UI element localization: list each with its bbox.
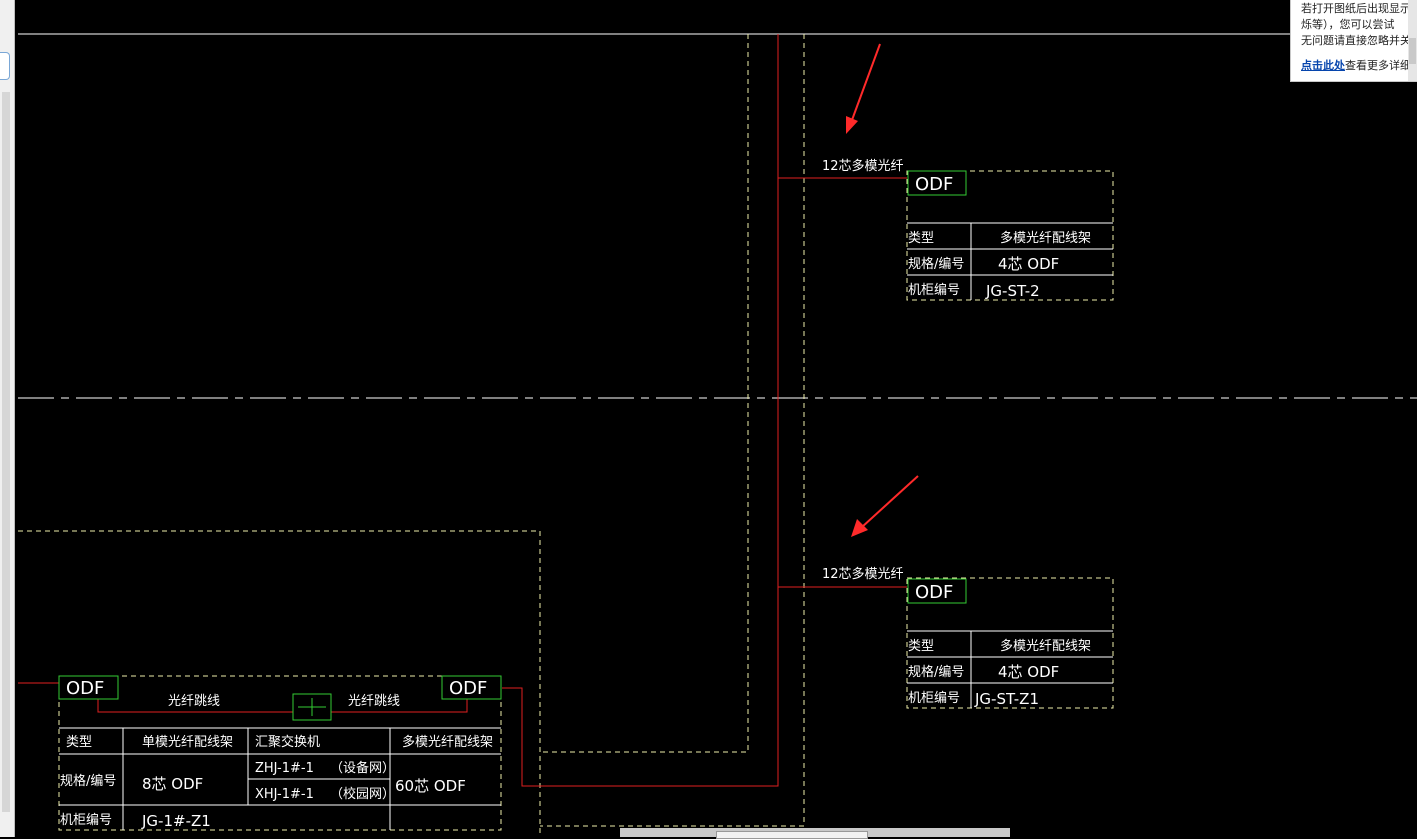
switch-symbol[interactable] [292, 693, 332, 721]
notice-line-4-rest: 查看更多详细 [1345, 59, 1411, 72]
odf-label-top: ODF [915, 174, 953, 195]
switch1-id: ZHJ-1#-1 [255, 761, 314, 776]
row-label-cabinet: 机柜编号 [60, 813, 112, 828]
odf-label-left: ODF [66, 678, 104, 699]
main-cabinet-value: JG-1#-Z1 [141, 812, 211, 830]
col1-spec: 8芯 ODF [142, 775, 203, 793]
patch-cord-line [97, 699, 468, 713]
main-distribution-block[interactable]: ODF ODF 光纤跳线 光纤跳线 类型 规格/编号 机柜编号 单模光纤配线架 … [58, 675, 502, 831]
notice-line-4: 点击此处查看更多详细 [1301, 58, 1411, 74]
cabinet-block-mid[interactable]: ODF 类型 规格/编号 机柜编号 多模光纤配线架 4芯 ODF JG-ST-Z… [906, 577, 1114, 709]
row-label-spec: 规格/编号 [908, 664, 964, 680]
row-label-type: 类型 [908, 231, 934, 246]
spec-value-mid: 4芯 ODF [998, 663, 1059, 681]
notice-line-2: 烁等），您可以尝试 [1301, 18, 1395, 31]
main-fiber-route [502, 34, 779, 787]
notice-scroll-thumb[interactable] [1409, 38, 1416, 64]
notice-scrollbar[interactable] [1408, 0, 1417, 81]
cable-label-mid: 12芯多模光纤 [822, 566, 904, 582]
horizontal-scroll-thumb[interactable] [716, 831, 868, 839]
row-label-spec: 规格/编号 [60, 773, 116, 789]
switch1-network: （设备网） [330, 760, 395, 776]
col1-type: 单模光纤配线架 [142, 735, 233, 750]
odf-label-mid: ODF [915, 582, 953, 603]
riser-boundary-left [540, 34, 749, 753]
row-label-type: 类型 [908, 639, 934, 654]
riser-boundary-right [540, 34, 805, 827]
notice-line-3: 无问题请直接忽略并关 [1301, 34, 1411, 47]
row-label-type: 类型 [66, 735, 92, 750]
red-arrow-mid [851, 475, 919, 537]
notice-line-1: 若打开图纸后出现显示 [1301, 2, 1411, 15]
cad-drawing-canvas[interactable]: 12芯多模光纤 12芯多模光纤 ODF 类型 规格/编号 机柜编号 多模光纤配线… [0, 0, 1417, 837]
switch2-network: （校园网） [330, 786, 395, 802]
horizontal-scrollbar[interactable] [620, 828, 1010, 839]
cable-label-top: 12芯多模光纤 [822, 158, 904, 174]
col3-spec: 60芯 ODF [395, 777, 466, 795]
cabinet-value-mid: JG-ST-Z1 [974, 690, 1039, 708]
patch-label-left: 光纤跳线 [168, 694, 220, 709]
row-label-cabinet: 机柜编号 [908, 283, 960, 298]
type-value-mid: 多模光纤配线架 [1000, 638, 1091, 654]
row-label-cabinet: 机柜编号 [908, 691, 960, 706]
odf-label-right: ODF [449, 678, 487, 699]
col2-type: 汇聚交换机 [255, 734, 320, 750]
col3-type: 多模光纤配线架 [402, 734, 493, 750]
display-notice-popup: 若打开图纸后出现显示 烁等），您可以尝试 无问题请直接忽略并关 点击此处查看更多… [1290, 0, 1417, 82]
type-value-top: 多模光纤配线架 [1000, 230, 1091, 246]
cabinet-value-top: JG-ST-2 [985, 282, 1040, 300]
row-label-spec: 规格/编号 [908, 256, 964, 272]
cabinet-block-top[interactable]: ODF 类型 规格/编号 机柜编号 多模光纤配线架 4芯 ODF JG-ST-2 [906, 170, 1114, 301]
red-arrow-top [846, 43, 881, 134]
patch-label-right: 光纤跳线 [348, 694, 400, 709]
spec-value-top: 4芯 ODF [998, 255, 1059, 273]
notice-details-link[interactable]: 点击此处 [1301, 59, 1345, 72]
switch2-id: XHJ-1#-1 [255, 787, 314, 802]
